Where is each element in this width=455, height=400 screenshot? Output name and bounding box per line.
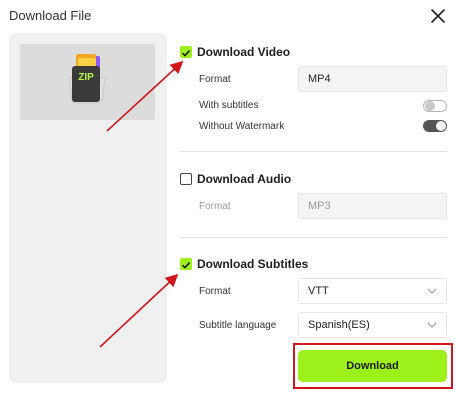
audio-format-field[interactable]: MP3 (298, 193, 447, 219)
subtitles-checkbox[interactable] (180, 258, 192, 270)
zip-file-icon: ZIP (68, 54, 106, 104)
without-watermark-label: Without Watermark (199, 121, 285, 132)
subtitle-language-label: Subtitle language (199, 320, 277, 331)
video-format-field[interactable]: MP4 (298, 66, 447, 92)
audio-format-value: MP3 (308, 200, 331, 212)
audio-checkbox[interactable] (180, 173, 192, 185)
divider-audio (179, 237, 447, 238)
subtitles-format-select[interactable]: VTT (298, 278, 447, 304)
subtitles-format-value: VTT (308, 285, 329, 297)
download-button[interactable]: Download (298, 350, 447, 382)
check-icon (181, 50, 191, 57)
subtitles-format-label: Format (199, 286, 231, 297)
chevron-down-icon (427, 322, 437, 328)
subtitle-language-value: Spanish(ES) (308, 319, 370, 331)
audio-format-label: Format (199, 201, 231, 212)
close-icon[interactable] (428, 6, 448, 26)
video-format-label: Format (199, 74, 231, 85)
without-watermark-toggle[interactable] (423, 120, 447, 132)
with-subtitles-toggle[interactable] (423, 100, 447, 112)
divider-video (179, 151, 447, 152)
video-section-title: Download Video (197, 45, 291, 59)
audio-section-title: Download Audio (197, 172, 292, 186)
dialog-title: Download File (9, 8, 92, 23)
check-icon (181, 262, 191, 269)
video-format-value: MP4 (308, 73, 331, 85)
chevron-down-icon (427, 288, 437, 294)
with-subtitles-label: With subtitles (199, 100, 259, 111)
zip-label: ZIP (78, 72, 94, 83)
subtitle-language-select[interactable]: Spanish(ES) (298, 312, 447, 338)
video-checkbox[interactable] (180, 46, 192, 58)
subtitles-section-title: Download Subtitles (197, 257, 309, 271)
